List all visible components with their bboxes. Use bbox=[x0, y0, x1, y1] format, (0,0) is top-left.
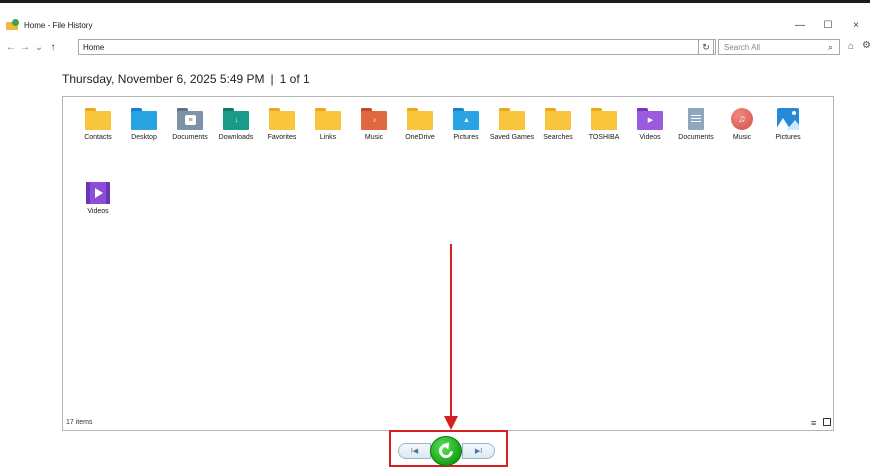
close-button[interactable]: × bbox=[842, 14, 870, 36]
item-label: Pictures bbox=[775, 134, 801, 141]
up-button[interactable]: ↑ bbox=[46, 42, 60, 53]
search-input[interactable]: Search All ⌕ bbox=[718, 39, 840, 55]
music-folder-icon: ♪ bbox=[361, 108, 387, 130]
search-placeholder: Search All bbox=[724, 42, 761, 52]
item-label: Music bbox=[364, 134, 384, 141]
item-label: Documents bbox=[172, 134, 208, 141]
videos-folder-icon: ▶ bbox=[637, 108, 663, 130]
refresh-icon: ↻ bbox=[702, 41, 710, 52]
restore-button[interactable] bbox=[430, 436, 462, 466]
item-label: Videos bbox=[639, 134, 661, 141]
documents-folder-icon: ≡ bbox=[177, 108, 203, 130]
refresh-button[interactable]: ↻ bbox=[698, 39, 714, 55]
item-label: Contacts bbox=[84, 134, 112, 141]
folder-icon bbox=[85, 108, 111, 130]
desktop-folder-icon bbox=[131, 108, 157, 130]
list-item[interactable]: ▲ Pictures bbox=[443, 105, 489, 179]
file-view[interactable]: Contacts Desktop ≡ Documents ↓ Downloads… bbox=[62, 96, 834, 431]
minimize-button[interactable]: — bbox=[786, 14, 814, 36]
snapshot-date: Thursday, November 6, 2025 5:49 PM bbox=[62, 72, 265, 86]
restore-icon bbox=[436, 441, 456, 461]
previous-icon: I◀ bbox=[410, 448, 419, 455]
list-item[interactable]: Links bbox=[305, 105, 351, 179]
annotation-arrow-head bbox=[444, 416, 458, 430]
annotation-arrow-line bbox=[450, 244, 452, 418]
item-label: Documents bbox=[678, 134, 714, 141]
list-item[interactable]: Videos bbox=[75, 179, 121, 253]
item-label: Links bbox=[319, 134, 337, 141]
folder-icon bbox=[269, 108, 295, 130]
gear-icon[interactable]: ⚙ bbox=[862, 40, 870, 51]
snapshot-header: Thursday, November 6, 2025 5:49 PM | 1 of … bbox=[62, 72, 310, 86]
title-bar: Home - File History — ☐ × bbox=[0, 14, 870, 36]
list-item[interactable]: ▶ Videos bbox=[627, 105, 673, 179]
window-controls: — ☐ × bbox=[786, 14, 870, 36]
list-item[interactable]: ↓ Downloads bbox=[213, 105, 259, 179]
snapshot-separator: | bbox=[270, 72, 274, 86]
item-label: Favorites bbox=[267, 134, 297, 141]
downloads-folder-icon: ↓ bbox=[223, 108, 249, 130]
recent-locations-button[interactable]: ⌄ bbox=[32, 42, 46, 53]
pictures-library-icon bbox=[775, 108, 801, 130]
navigation-bar: ← → ⌄ ↑ Home ↻ Search All ⌕ ⌂ ⚙ bbox=[0, 37, 870, 57]
music-library-icon: ♫ bbox=[729, 108, 755, 130]
address-bar[interactable]: Home bbox=[78, 39, 716, 55]
search-icon: ⌕ bbox=[827, 42, 833, 52]
folder-icon bbox=[407, 108, 433, 130]
list-item[interactable]: Desktop bbox=[121, 105, 167, 179]
maximize-button[interactable]: ☐ bbox=[814, 14, 842, 36]
list-item[interactable]: ♪ Music bbox=[351, 105, 397, 179]
item-label: Pictures bbox=[453, 134, 479, 141]
item-label: OneDrive bbox=[405, 134, 435, 141]
file-history-app-icon bbox=[6, 19, 20, 31]
item-label: TOSHIBA bbox=[588, 134, 620, 141]
pictures-folder-icon: ▲ bbox=[453, 108, 479, 130]
list-item[interactable]: Contacts bbox=[75, 105, 121, 179]
folder-icon bbox=[545, 108, 571, 130]
item-count: 17 items bbox=[66, 419, 93, 426]
list-item[interactable]: TOSHIBA bbox=[581, 105, 627, 179]
home-icon[interactable]: ⌂ bbox=[848, 41, 854, 52]
details-view-icon[interactable]: ≡ bbox=[811, 418, 816, 428]
folder-icon bbox=[499, 108, 525, 130]
previous-version-button[interactable]: I◀ bbox=[398, 443, 431, 459]
list-item[interactable]: Saved Games bbox=[489, 105, 535, 179]
window-title: Home - File History bbox=[24, 20, 93, 30]
list-item[interactable]: ≡ Documents bbox=[167, 105, 213, 179]
next-icon: ▶I bbox=[474, 448, 483, 455]
item-label: Desktop bbox=[131, 134, 157, 141]
list-item[interactable]: Documents bbox=[673, 105, 719, 179]
videos-library-icon bbox=[85, 182, 111, 204]
large-icons-view-icon[interactable] bbox=[823, 418, 831, 426]
address-text: Home bbox=[83, 42, 105, 52]
item-label: Videos bbox=[87, 208, 109, 215]
list-item[interactable]: Pictures bbox=[765, 105, 811, 179]
list-item[interactable]: OneDrive bbox=[397, 105, 443, 179]
documents-library-icon bbox=[683, 108, 709, 130]
forward-button[interactable]: → bbox=[18, 42, 32, 53]
item-label: Saved Games bbox=[489, 134, 535, 141]
back-button[interactable]: ← bbox=[4, 42, 18, 53]
list-item[interactable]: ♫ Music bbox=[719, 105, 765, 179]
top-edge bbox=[0, 0, 870, 12]
item-label: Music bbox=[732, 134, 752, 141]
next-version-button[interactable]: ▶I bbox=[462, 443, 495, 459]
folder-icon bbox=[591, 108, 617, 130]
item-label: Searches bbox=[543, 134, 573, 141]
list-item[interactable]: Favorites bbox=[259, 105, 305, 179]
item-label: Downloads bbox=[218, 134, 254, 141]
list-item[interactable]: Searches bbox=[535, 105, 581, 179]
snapshot-position: 1 of 1 bbox=[279, 72, 310, 86]
item-grid: Contacts Desktop ≡ Documents ↓ Downloads… bbox=[75, 105, 820, 253]
folder-icon bbox=[315, 108, 341, 130]
